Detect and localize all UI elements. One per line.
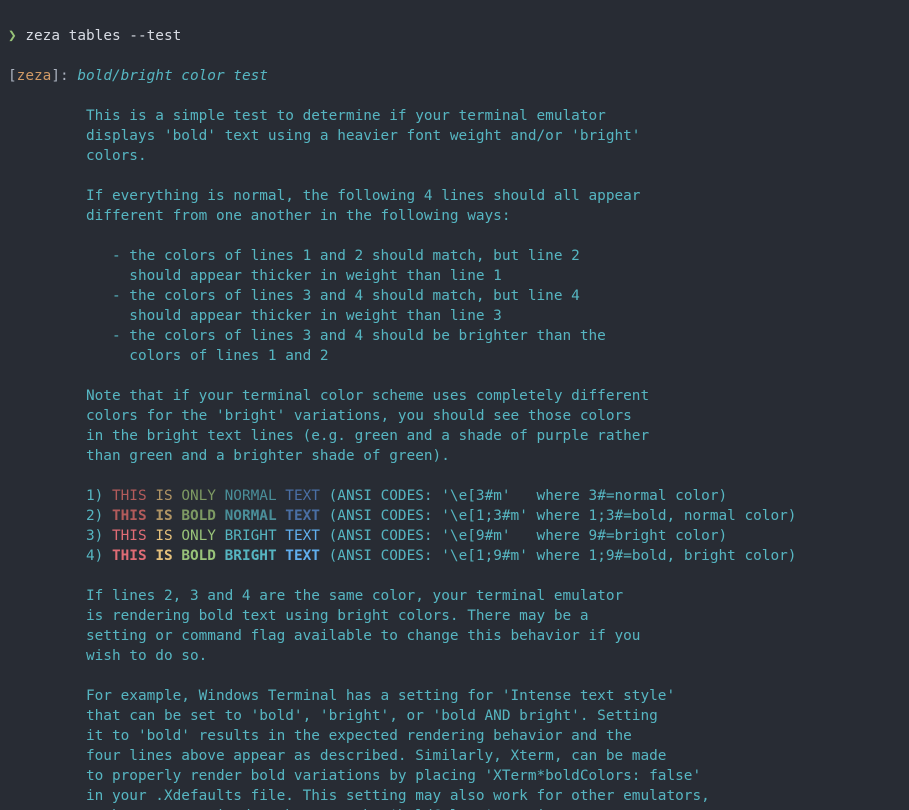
prompt-line: ❯ zeza tables --test (8, 28, 181, 44)
header-line: [zeza]: bold/bright color test (8, 68, 268, 84)
sample-word: TEXT (285, 528, 320, 544)
bullet-text: colors of lines 1 and 2 (112, 348, 329, 364)
sample-word: ONLY (181, 528, 216, 544)
bullet-text: should appear thicker in weight than lin… (112, 268, 502, 284)
sample-word: IS (155, 488, 172, 504)
command-text: zeza tables --test (25, 28, 181, 44)
outro-text: to properly render bold variations by pl… (86, 768, 701, 784)
sample-word: TEXT (285, 548, 320, 564)
sample-line-2: 2) THIS IS BOLD NORMAL TEXT (ANSI CODES:… (86, 508, 796, 524)
outro-text: For example, Windows Terminal has a sett… (86, 688, 675, 704)
sample-word: IS (155, 508, 172, 524)
intro-text: colors. (86, 148, 147, 164)
bracket-close: ]: (51, 68, 68, 84)
prompt-caret: ❯ (8, 28, 17, 44)
sample-word: BRIGHT (225, 548, 277, 564)
sample-word: THIS (112, 548, 147, 564)
sample-word: THIS (112, 528, 147, 544)
outro-text: that can be set to 'bold', 'bright', or … (86, 708, 658, 724)
sample-line-1: 1) THIS IS ONLY NORMAL TEXT (ANSI CODES:… (86, 488, 727, 504)
sample-word: ONLY (181, 488, 216, 504)
intro-text: If everything is normal, the following 4… (86, 188, 641, 204)
program-name: zeza (17, 68, 52, 84)
bullet-text: - the colors of lines 3 and 4 should be … (112, 328, 606, 344)
outro-text: wish to do so. (86, 648, 207, 664)
intro-text: This is a simple test to determine if yo… (86, 108, 606, 124)
outro-text: setting or command flag available to cha… (86, 628, 641, 644)
outro-text: four lines above appear as described. Si… (86, 748, 666, 764)
test-title: bold/bright color test (77, 68, 268, 84)
sample-word: NORMAL (225, 508, 277, 524)
sample-line-4: 4) THIS IS BOLD BRIGHT TEXT (ANSI CODES:… (86, 548, 796, 564)
sample-word: THIS (112, 508, 147, 524)
sample-word: BOLD (181, 548, 216, 564)
bullet-text: - the colors of lines 3 and 4 should mat… (112, 288, 580, 304)
sample-word: TEXT (285, 508, 320, 524)
note-text: than green and a brighter shade of green… (86, 448, 450, 464)
sample-word: IS (155, 548, 172, 564)
sample-word: IS (155, 528, 172, 544)
outro-text: it to 'bold' results in the expected ren… (86, 728, 632, 744)
sample-word: BRIGHT (225, 528, 277, 544)
sample-word: NORMAL (225, 488, 277, 504)
note-text: Note that if your terminal color scheme … (86, 388, 649, 404)
bullet-text: should appear thicker in weight than lin… (112, 308, 502, 324)
outro-text: If lines 2, 3 and 4 are the same color, … (86, 588, 623, 604)
sample-word: TEXT (285, 488, 320, 504)
outro-text: in your .Xdefaults file. This setting ma… (86, 788, 710, 804)
intro-text: displays 'bold' text using a heavier fon… (86, 128, 641, 144)
note-text: in the bright text lines (e.g. green and… (86, 428, 649, 444)
note-text: colors for the 'bright' variations, you … (86, 408, 632, 424)
sample-line-3: 3) THIS IS ONLY BRIGHT TEXT (ANSI CODES:… (86, 528, 727, 544)
outro-text: is rendering bold text using bright colo… (86, 608, 589, 624)
bracket-open: [ (8, 68, 17, 84)
sample-word: BOLD (181, 508, 216, 524)
terminal[interactable]: ❯ zeza tables --test [zeza]: bold/bright… (0, 0, 909, 810)
sample-word: THIS (112, 488, 147, 504)
intro-text: different from one another in the follow… (86, 208, 511, 224)
bullet-text: - the colors of lines 1 and 2 should mat… (112, 248, 580, 264)
